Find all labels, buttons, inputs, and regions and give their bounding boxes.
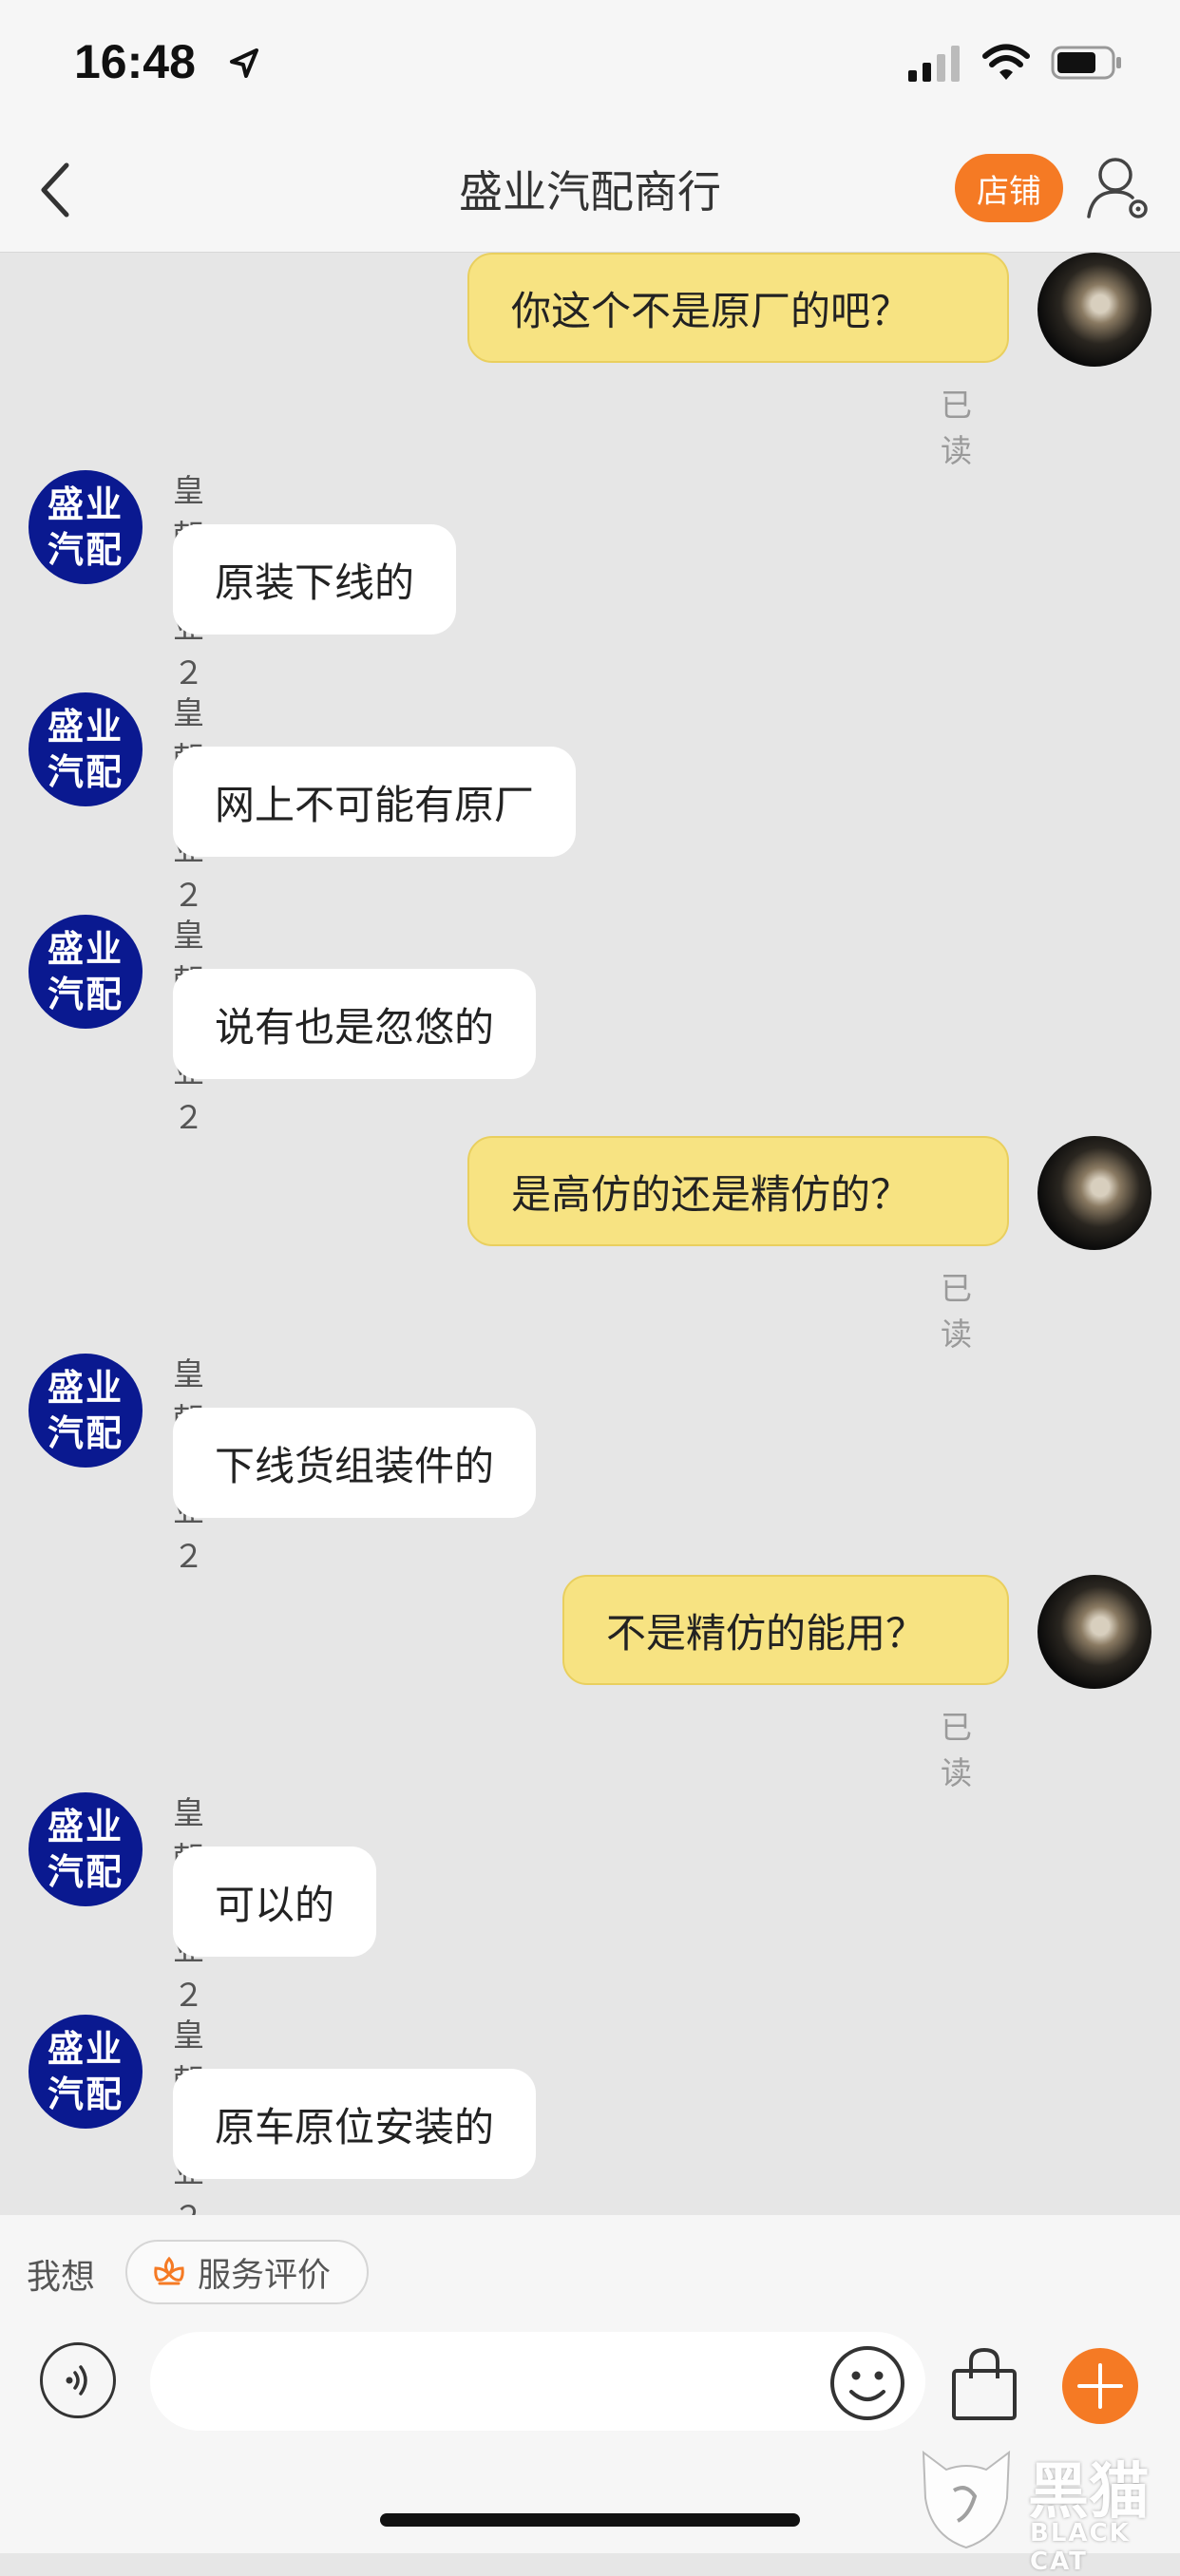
chat-messages: 你这个不是原厂的吧？ 已读 盛业 汽配 皇朝盛业２ 原装下线的 盛业 汽配 皇朝… xyxy=(0,253,1180,2215)
message-input[interactable] xyxy=(150,2332,925,2431)
status-icons xyxy=(908,42,1123,84)
battery-icon xyxy=(1051,46,1121,80)
message-bubble[interactable]: 可以的 xyxy=(173,1847,377,1957)
shop-avatar[interactable]: 盛业 汽配 xyxy=(29,692,143,806)
message-bubble[interactable]: 网上不可能有原厂 xyxy=(173,747,577,857)
message-bubble[interactable]: 是高仿的还是精仿的？ xyxy=(467,1136,1009,1246)
suggestion-label: 我想 xyxy=(27,2258,96,2297)
message-bubble[interactable]: 你这个不是原厂的吧？ xyxy=(467,253,1009,363)
service-review-label: 服务评价 xyxy=(198,2256,332,2295)
message-bubble[interactable]: 原装下线的 xyxy=(173,524,457,635)
shop-avatar[interactable]: 盛业 汽配 xyxy=(29,1792,143,1906)
shop-avatar[interactable]: 盛业 汽配 xyxy=(29,470,143,584)
more-options-button[interactable] xyxy=(1062,2348,1138,2424)
flower-icon xyxy=(154,2256,184,2285)
status-time: 16:48 xyxy=(74,35,196,88)
shop-avatar[interactable]: 盛业 汽配 xyxy=(29,915,143,1029)
profile-settings-icon[interactable] xyxy=(1085,154,1153,222)
wifi-icon xyxy=(982,44,1030,80)
shop-button[interactable]: 店铺 xyxy=(955,154,1063,222)
watermark-cn: 黑猫 xyxy=(1028,2457,1150,2528)
watermark-en: BLACK CAT xyxy=(1030,2519,1131,2576)
cellular-signal-icon xyxy=(908,46,960,82)
voice-input-button[interactable] xyxy=(40,2342,116,2418)
message-bubble[interactable]: 不是精仿的能用？ xyxy=(562,1575,1009,1685)
status-bar: 16:48 xyxy=(0,0,1180,133)
shop-avatar[interactable]: 盛业 汽配 xyxy=(29,2015,143,2129)
plus-icon xyxy=(1077,2363,1123,2409)
shopping-bag-icon[interactable] xyxy=(946,2344,1022,2422)
message-bubble[interactable]: 说有也是忽悠的 xyxy=(173,969,537,1079)
nav-bar: 盛业汽配商行 店铺 xyxy=(0,133,1180,253)
user-avatar[interactable] xyxy=(1037,253,1151,367)
shop-avatar[interactable]: 盛业 汽配 xyxy=(29,1354,143,1468)
message-bubble[interactable]: 下线货组装件的 xyxy=(173,1408,537,1518)
cat-logo-icon xyxy=(922,2450,1011,2549)
home-indicator[interactable] xyxy=(380,2513,800,2527)
read-status: 已读 xyxy=(941,1270,972,1353)
service-review-chip[interactable]: 服务评价 xyxy=(125,2240,369,2304)
user-avatar[interactable] xyxy=(1037,1136,1151,1250)
message-bubble[interactable]: 原车原位安装的 xyxy=(173,2069,537,2179)
voice-icon xyxy=(66,2365,87,2396)
watermark: 黑猫 BLACK CAT xyxy=(914,2439,1180,2576)
read-status: 已读 xyxy=(941,1709,972,1791)
suggestion-bar: 我想 服务评价 xyxy=(0,2215,1180,2327)
location-arrow-icon xyxy=(230,48,258,78)
read-status: 已读 xyxy=(941,387,972,469)
user-avatar[interactable] xyxy=(1037,1575,1151,1689)
emoji-icon[interactable] xyxy=(828,2344,906,2422)
